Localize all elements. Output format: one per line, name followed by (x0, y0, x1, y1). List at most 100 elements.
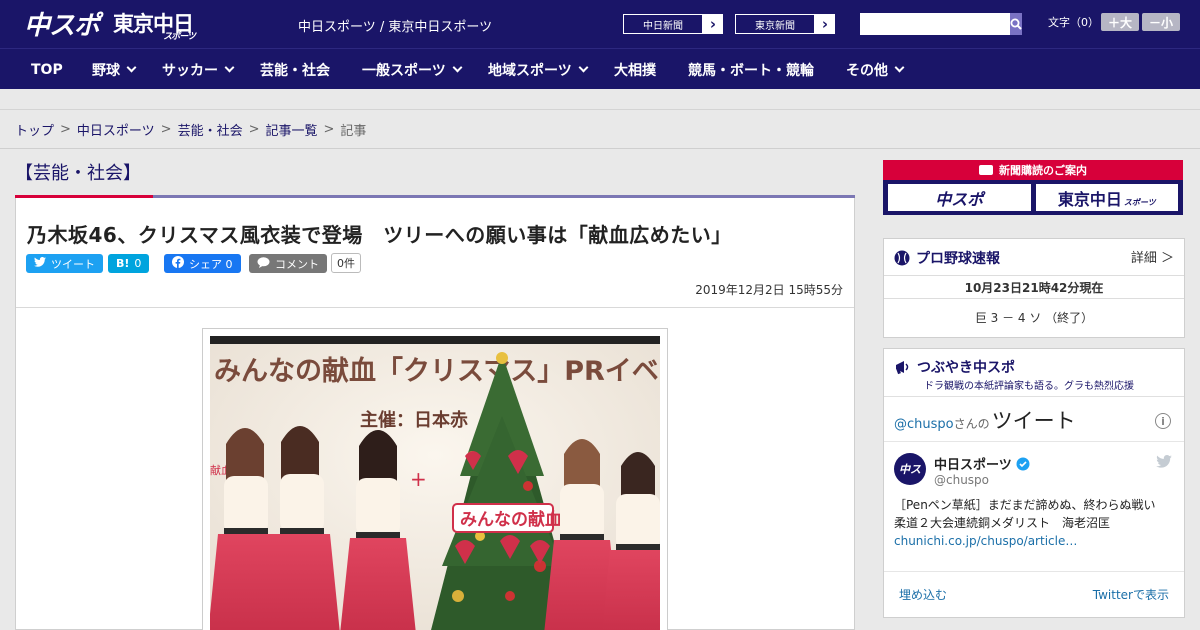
breadcrumb-link-article-list[interactable]: 記事一覧 (266, 120, 318, 139)
divider (884, 396, 1184, 397)
nav-item-sumo[interactable]: 大相撲 (614, 49, 656, 90)
search-icon (1010, 18, 1022, 30)
chevron-right-icon: › (821, 15, 829, 33)
nav-label: 一般スポーツ (362, 62, 446, 79)
tokyo-shimbun-link[interactable]: 東京新聞 › (734, 13, 836, 35)
baseball-detail-link[interactable]: 詳細 ＞ (1131, 247, 1174, 266)
subscribe-tokyo-button[interactable]: 東京中日 スポーツ (1034, 183, 1179, 212)
subscribe-chuspo-button[interactable]: 中スポ (887, 183, 1032, 212)
article-photo-image: みんなの献血「クリスマス」PRイベント 主催：日本赤 献血 + (210, 336, 660, 630)
paper-link-label: 東京新聞 (735, 14, 815, 34)
baseball-scores-widget: プロ野球速報 詳細 ＞ 10月23日21時42分現在 巨 3 － 4 ソ （終了… (883, 238, 1185, 338)
twitter-section-subtitle: ドラ観戦の本紙評論家も語る。グラも熱烈応援 (924, 381, 1134, 392)
subscribe-tokyo-sub: スポーツ (1123, 198, 1156, 207)
chevron-down-icon (894, 62, 905, 73)
subscribe-body: 中スポ 東京中日 スポーツ (883, 180, 1183, 215)
avatar[interactable]: 中ス (894, 453, 926, 485)
breadcrumb: トップ > 中日スポーツ > 芸能・社会 > 記事一覧 > 記事 (0, 110, 1200, 149)
subscribe-banner[interactable]: 新聞購読のご案内 中スポ 東京中日 スポーツ (883, 160, 1185, 215)
top-header: 中スポ 東京中日 スポーツ 中日スポーツ / 東京中日スポーツ 中日新聞 › 東京… (0, 0, 1200, 48)
breadcrumb-separator: > (248, 121, 260, 137)
category-title[interactable]: 【芸能・社会】 (15, 159, 141, 185)
embed-link[interactable]: 埋め込む (899, 586, 947, 603)
subscribe-tokyo-label: 東京中日 (1057, 189, 1122, 209)
nav-item-racing[interactable]: 競馬・ボート・競輪 (688, 49, 814, 90)
logo-tokyo-chunichi: 東京中日 スポーツ (113, 8, 196, 42)
site-logo[interactable]: 中スポ 東京中日 スポーツ (24, 7, 196, 43)
nav-label: TOP (31, 61, 63, 78)
font-size-label: 文字（0） (1048, 16, 1099, 29)
chevron-down-icon (452, 62, 463, 73)
breadcrumb-link-top[interactable]: トップ (15, 120, 54, 139)
tweet-button[interactable]: ツイート (26, 254, 103, 273)
breadcrumb-separator: > (160, 121, 172, 137)
tweet-link[interactable]: chunichi.co.jp/chuspo/article… (894, 532, 1179, 550)
nav-label: 大相撲 (614, 62, 656, 79)
tweet-label: ツイート (51, 257, 95, 271)
font-smaller-button[interactable]: －小 (1142, 13, 1180, 31)
twitter-bird-icon (34, 257, 46, 270)
search-input[interactable] (860, 13, 1010, 35)
twitter-handle-link[interactable]: @chuspo (894, 417, 954, 432)
verified-badge-icon (1016, 457, 1030, 470)
speech-bubble-icon (257, 256, 270, 271)
hatena-bookmark-button[interactable]: B! 0 (108, 254, 150, 273)
logo-tokyo-sub: スポーツ (163, 32, 196, 42)
divider (884, 275, 1184, 276)
megaphone-icon (896, 361, 909, 375)
chevron-down-icon (224, 62, 235, 73)
nav-item-top[interactable]: TOP (31, 49, 63, 90)
divider (884, 298, 1184, 299)
nav-label: 地域スポーツ (488, 62, 572, 79)
chevron-down-icon (126, 62, 137, 73)
sub-nav-strip (0, 89, 1200, 110)
facebook-share-label: シェア 0 (189, 257, 233, 271)
nav-label: サッカー (162, 62, 218, 79)
twitter-handle-suffix: さんの (953, 417, 990, 431)
twitter-bird-icon[interactable] (1156, 455, 1172, 468)
breadcrumb-link-chunichi-sports[interactable]: 中日スポーツ (77, 120, 155, 139)
comment-button[interactable]: コメント (249, 254, 327, 273)
baseball-icon (894, 250, 910, 266)
game-score[interactable]: 巨 3 － 4 ソ （終了） (884, 309, 1184, 326)
nav-item-local-sports[interactable]: 地域スポーツ (488, 49, 589, 90)
site-name: 中日スポーツ / 東京中日スポーツ (298, 20, 493, 35)
baseball-title: プロ野球速報 (916, 251, 1000, 267)
tweet-author[interactable]: 中日スポーツ (934, 454, 1030, 473)
breadcrumb-current: 記事 (340, 123, 367, 139)
facebook-share-button[interactable]: シェア 0 (164, 254, 241, 273)
nav-item-general-sports[interactable]: 一般スポーツ (362, 49, 463, 90)
breadcrumb-link-entertainment[interactable]: 芸能・社会 (178, 120, 243, 139)
tweet-text-line: ［Penペン草紙］まだまだ諦めぬ、終わらぬ戦い (894, 498, 1156, 512)
tweet-body: ［Penペン草紙］まだまだ諦めぬ、終わらぬ戦い 柔道２大会連続銅メダリスト 海老… (894, 496, 1179, 550)
article-photo[interactable]: みんなの献血「クリスマス」PRイベント 主催：日本赤 献血 + (202, 328, 668, 630)
newspaper-icon (979, 165, 993, 175)
divider (884, 441, 1184, 442)
chunichi-shimbun-link[interactable]: 中日新聞 › (622, 13, 724, 35)
search-button[interactable] (1010, 13, 1022, 35)
nav-item-other[interactable]: その他 (846, 49, 905, 90)
chevron-down-icon (578, 62, 589, 73)
nav-item-baseball[interactable]: 野球 (92, 49, 137, 90)
info-icon[interactable]: i (1155, 413, 1171, 429)
view-on-twitter-link[interactable]: Twitterで表示 (1093, 586, 1169, 603)
nav-item-entertainment[interactable]: 芸能・社会 (260, 49, 330, 90)
article-column: 【芸能・社会】 乃木坂46、クリスマス風衣装で登場 ツリーへの願い事は「献血広め… (15, 149, 855, 630)
tweet-author-handle[interactable]: @chuspo (934, 473, 989, 487)
photo-banner-text: みんなの献血「クリスマス」PRイベント (214, 355, 660, 387)
breadcrumb-separator: > (60, 121, 71, 137)
hatena-count: 0 (134, 257, 142, 270)
article-card: 乃木坂46、クリスマス風衣装で登場 ツリーへの願い事は「献血広めたい」 ツイート… (15, 198, 855, 630)
hatena-icon: B! (116, 257, 130, 270)
font-bigger-button[interactable]: ＋大 (1101, 13, 1139, 31)
baseball-as-of: 10月23日21時42分現在 (964, 281, 1104, 295)
tweet-author-name: 中日スポーツ (934, 458, 1012, 473)
paper-link-label: 中日新聞 (623, 14, 703, 34)
twitter-section-title: つぶやき中スポ (917, 360, 1015, 376)
divider (16, 307, 854, 308)
article-date: 2019年12月2日 15時55分 (695, 283, 843, 297)
nav-item-soccer[interactable]: サッカー (162, 49, 235, 90)
nav-label: その他 (846, 62, 888, 79)
article-headline: 乃木坂46、クリスマス風衣装で登場 ツリーへの願い事は「献血広めたい」 (27, 223, 732, 247)
logo-chuspo: 中スポ (24, 10, 100, 41)
